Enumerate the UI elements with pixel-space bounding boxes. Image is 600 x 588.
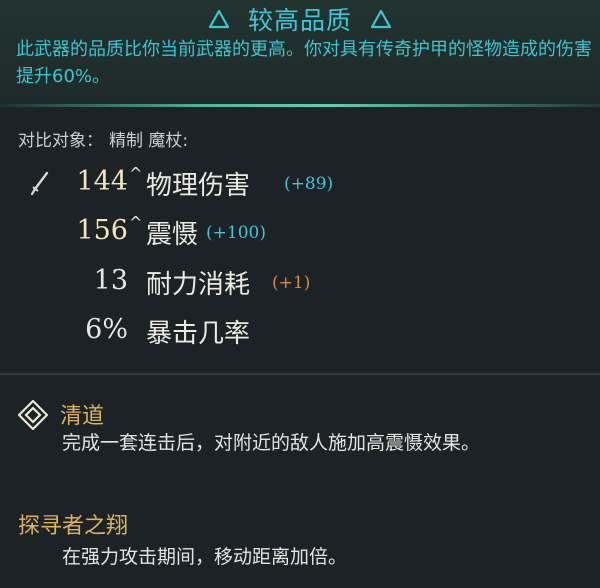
stat-row-stamina-cost: 13 耐力消耗 (+1) (0, 261, 600, 305)
perk-title: 清道 (60, 404, 105, 429)
compare-target: 精制 魔杖: (109, 131, 189, 151)
perk-description: 在强力攻击期间，移动距离加倍。 (62, 546, 348, 568)
stat-row-crit-chance: 6% 暴击几率 (0, 310, 600, 354)
compare-prefix: 对比对象： (18, 131, 103, 151)
stat-delta: (+89) (284, 174, 334, 194)
stat-name: 震慑 (146, 220, 199, 250)
stat-delta: (+1) (272, 273, 311, 293)
stat-row-physical-damage: 144 ^ 物理伤害 (+89) (0, 162, 600, 206)
perk-description: 完成一套连击后，对附近的敌人施加高震慑效果。 (62, 432, 481, 454)
stat-name: 耐力消耗 (146, 270, 251, 300)
stat-value: 13 (93, 265, 128, 296)
stat-increase-caret: ^ (129, 213, 143, 232)
sword-icon (30, 170, 50, 200)
stat-value: 156 (76, 215, 128, 246)
stat-increase-caret: ^ (129, 164, 143, 183)
stat-name: 暴击几率 (146, 319, 251, 349)
section-divider (0, 373, 600, 375)
quality-banner-underline (0, 104, 600, 107)
diamond-icon (17, 399, 49, 434)
stat-value: 6% (85, 314, 128, 345)
quality-description: 此武器的品质比你当前武器的更高。你对具有传奇护甲的怪物造成的伤害提升60%。 (16, 39, 592, 87)
quality-title-row: 较高品质 (0, 2, 600, 36)
triangle-icon (370, 9, 392, 29)
triangle-icon (208, 9, 230, 29)
quality-title: 较高品质 (247, 6, 352, 35)
stat-row-stagger: 156 ^ 震慑 (+100) (0, 211, 600, 255)
perk-title: 探寻者之翔 (18, 514, 129, 539)
compare-label: 对比对象： 精制 魔杖: (18, 126, 188, 151)
stat-name: 物理伤害 (146, 171, 251, 201)
stat-delta: (+100) (206, 223, 266, 243)
stat-value: 144 (76, 166, 128, 197)
